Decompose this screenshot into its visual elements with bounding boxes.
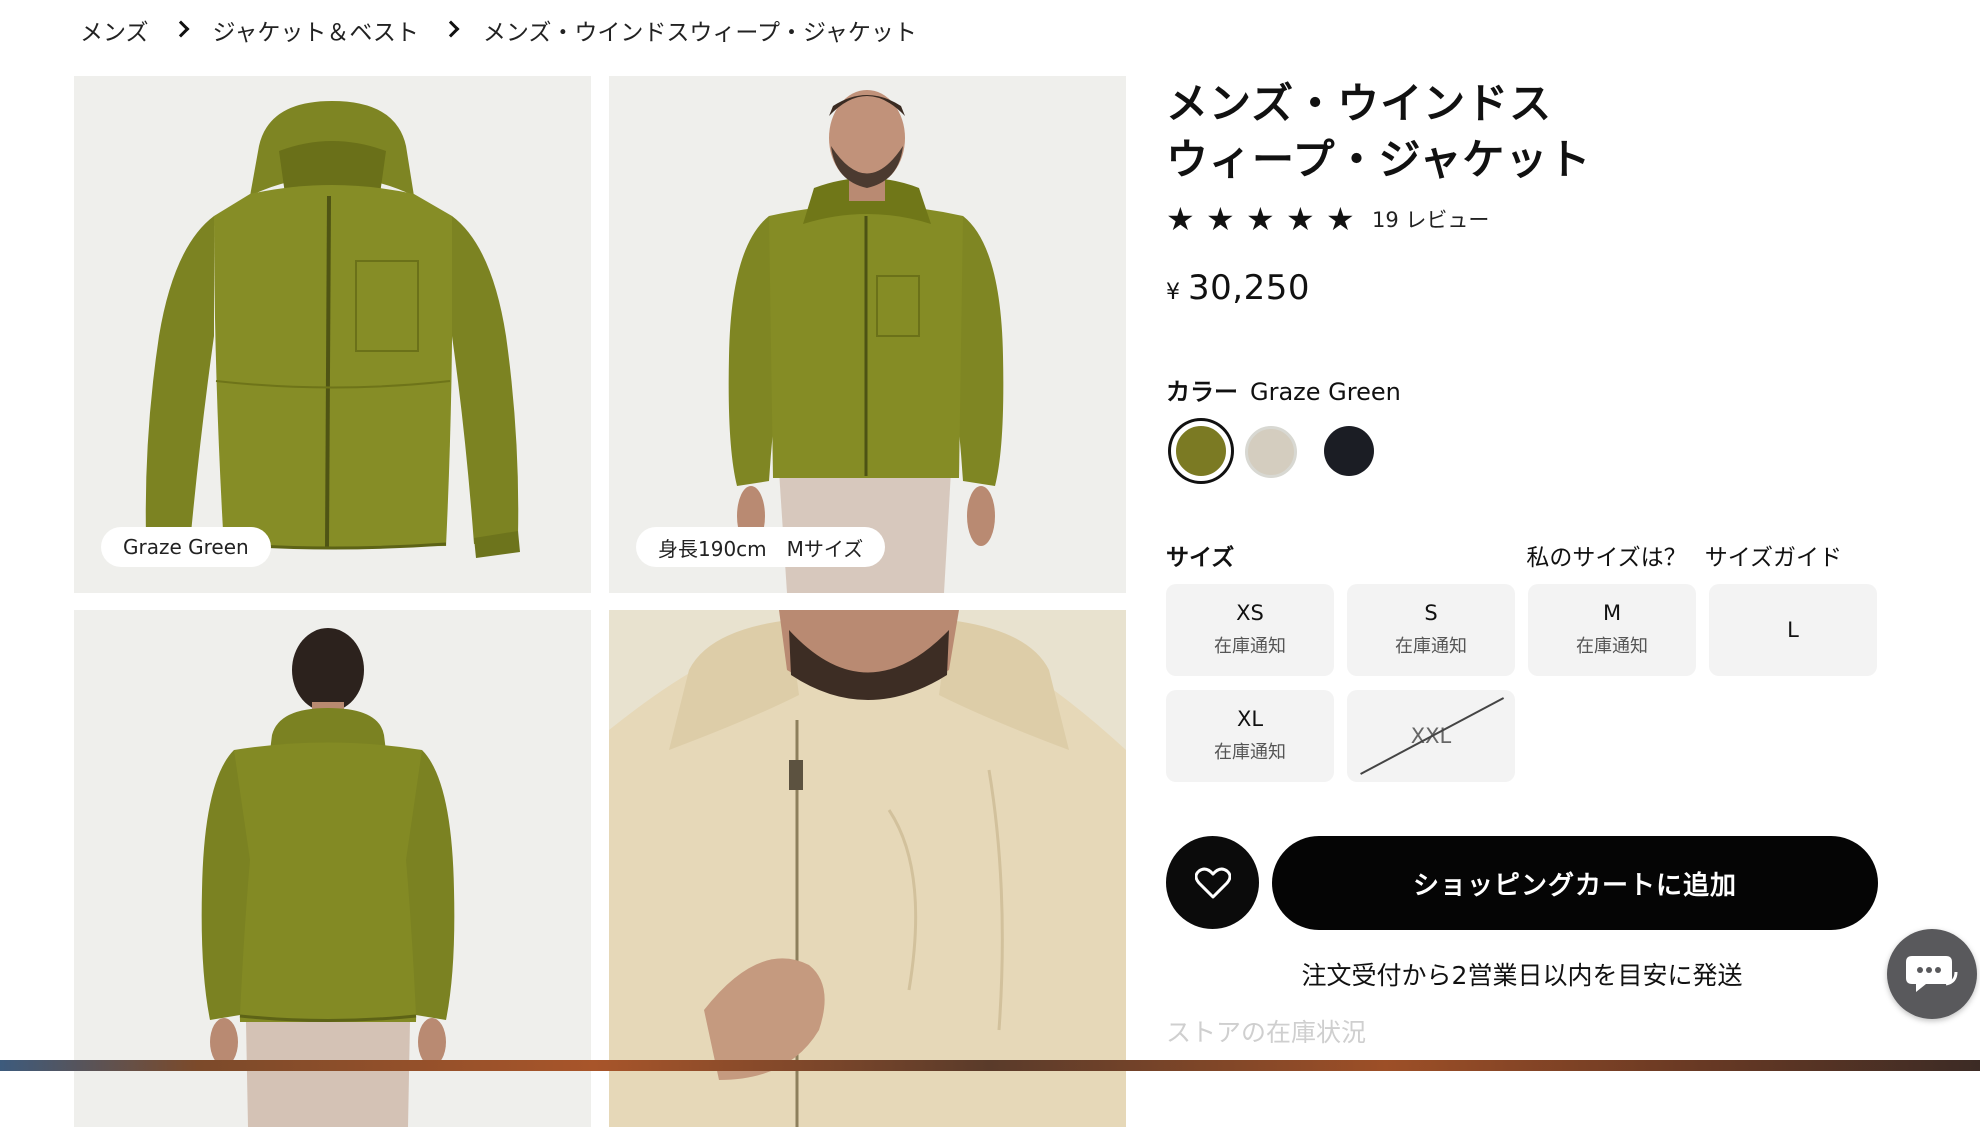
size-option-label: XXL	[1410, 724, 1452, 748]
jacket-closeup-illustration	[609, 610, 1126, 1127]
jacket-flat-illustration	[144, 101, 520, 558]
size-option-m[interactable]: M 在庫通知	[1528, 584, 1696, 676]
product-price: ¥ 30,250	[1166, 268, 1310, 308]
product-title: メンズ・ウインドス ウィープ・ジャケット	[1166, 76, 1878, 188]
color-selector-label: カラー Graze Green	[1166, 372, 1401, 407]
star-icon: ★	[1166, 200, 1195, 238]
add-to-cart-button[interactable]: ショッピングカートに追加	[1272, 836, 1878, 930]
image-caption-model-size: 身長190cm Mサイズ	[636, 527, 886, 567]
star-icon: ★	[1286, 200, 1315, 238]
product-image-gallery: Graze Green 身長190cm Mサイズ	[74, 76, 1126, 1127]
size-label: サイズ	[1166, 545, 1235, 571]
size-option-label: XS	[1236, 601, 1264, 625]
chat-support-button[interactable]	[1887, 929, 1977, 1019]
product-image-detail-closeup[interactable]	[609, 610, 1126, 1127]
chevron-right-icon	[437, 20, 465, 40]
breadcrumb: メンズ ジャケット＆ベスト メンズ・ウインドスウィープ・ジャケット	[80, 14, 917, 46]
size-option-label: S	[1424, 601, 1438, 625]
size-help-links: 私のサイズは？ サイズガイド	[1526, 538, 1842, 572]
color-label: カラー	[1166, 378, 1238, 406]
size-option-label: L	[1787, 618, 1799, 642]
stock-notify-label: 在庫通知	[1214, 742, 1286, 763]
my-size-link[interactable]: 私のサイズは？	[1526, 538, 1686, 572]
size-option-l[interactable]: L	[1709, 584, 1877, 676]
product-title-line-1: メンズ・ウインドス	[1166, 79, 1553, 128]
product-image-model-back[interactable]	[74, 610, 591, 1127]
product-rating[interactable]: ★ ★ ★ ★ ★ 19 レビュー	[1166, 200, 1489, 238]
image-caption-color: Graze Green	[101, 527, 271, 567]
color-swatch-beige[interactable]	[1245, 426, 1297, 478]
model-back-illustration	[201, 628, 455, 1127]
model-front-illustration	[728, 90, 1004, 593]
chat-icon	[1906, 956, 1958, 992]
stock-notify-label: 在庫通知	[1214, 636, 1286, 657]
color-swatch-black[interactable]	[1324, 426, 1374, 476]
shipping-note: 注文受付から2営業日以内を目安に発送	[1301, 961, 1743, 990]
price-currency: ¥	[1166, 280, 1180, 305]
product-image-model-front[interactable]: 身長190cm Mサイズ	[609, 76, 1126, 593]
star-icon: ★	[1326, 200, 1355, 238]
selected-color-name: Graze Green	[1250, 378, 1401, 406]
breadcrumb-item-current-product[interactable]: メンズ・ウインドスウィープ・ジャケット	[483, 13, 917, 47]
color-swatch-graze-green[interactable]	[1171, 421, 1231, 481]
star-icon: ★	[1206, 200, 1235, 238]
add-to-wishlist-button[interactable]	[1166, 836, 1259, 929]
breadcrumb-item-jackets-vests[interactable]: ジャケット＆ベスト	[213, 13, 419, 47]
star-icon: ★	[1246, 200, 1275, 238]
size-option-xs[interactable]: XS 在庫通知	[1166, 584, 1334, 676]
review-count[interactable]: 19 レビュー	[1372, 204, 1489, 234]
size-option-xxl-unavailable[interactable]: XXL	[1347, 690, 1515, 782]
breadcrumb-item-mens[interactable]: メンズ	[80, 13, 149, 47]
product-title-line-2: ウィープ・ジャケット	[1166, 135, 1592, 184]
size-option-label: M	[1602, 601, 1622, 625]
chevron-right-icon	[167, 20, 195, 40]
size-selector-header: サイズ 私のサイズは？ サイズガイド	[1166, 538, 1878, 572]
purchase-actions: ショッピングカートに追加	[1166, 836, 1878, 932]
size-option-s[interactable]: S 在庫通知	[1347, 584, 1515, 676]
size-guide-link[interactable]: サイズガイド	[1705, 538, 1842, 572]
price-amount: 30,250	[1188, 268, 1310, 308]
stock-notify-label: 在庫通知	[1576, 636, 1648, 657]
product-info-panel: メンズ・ウインドス ウィープ・ジャケット ★ ★ ★ ★ ★ 19 レビュー ¥…	[1166, 76, 1878, 1047]
product-image-flat-front[interactable]: Graze Green	[74, 76, 591, 593]
store-stock-link[interactable]: ストアの在庫状況	[1166, 1013, 1366, 1049]
footer-banner-strip	[0, 1060, 1980, 1071]
color-swatches	[1166, 418, 1466, 488]
heart-icon	[1194, 867, 1231, 898]
size-option-xl[interactable]: XL 在庫通知	[1166, 690, 1334, 782]
size-option-label: XL	[1236, 707, 1264, 731]
stock-notify-label: 在庫通知	[1395, 636, 1467, 657]
